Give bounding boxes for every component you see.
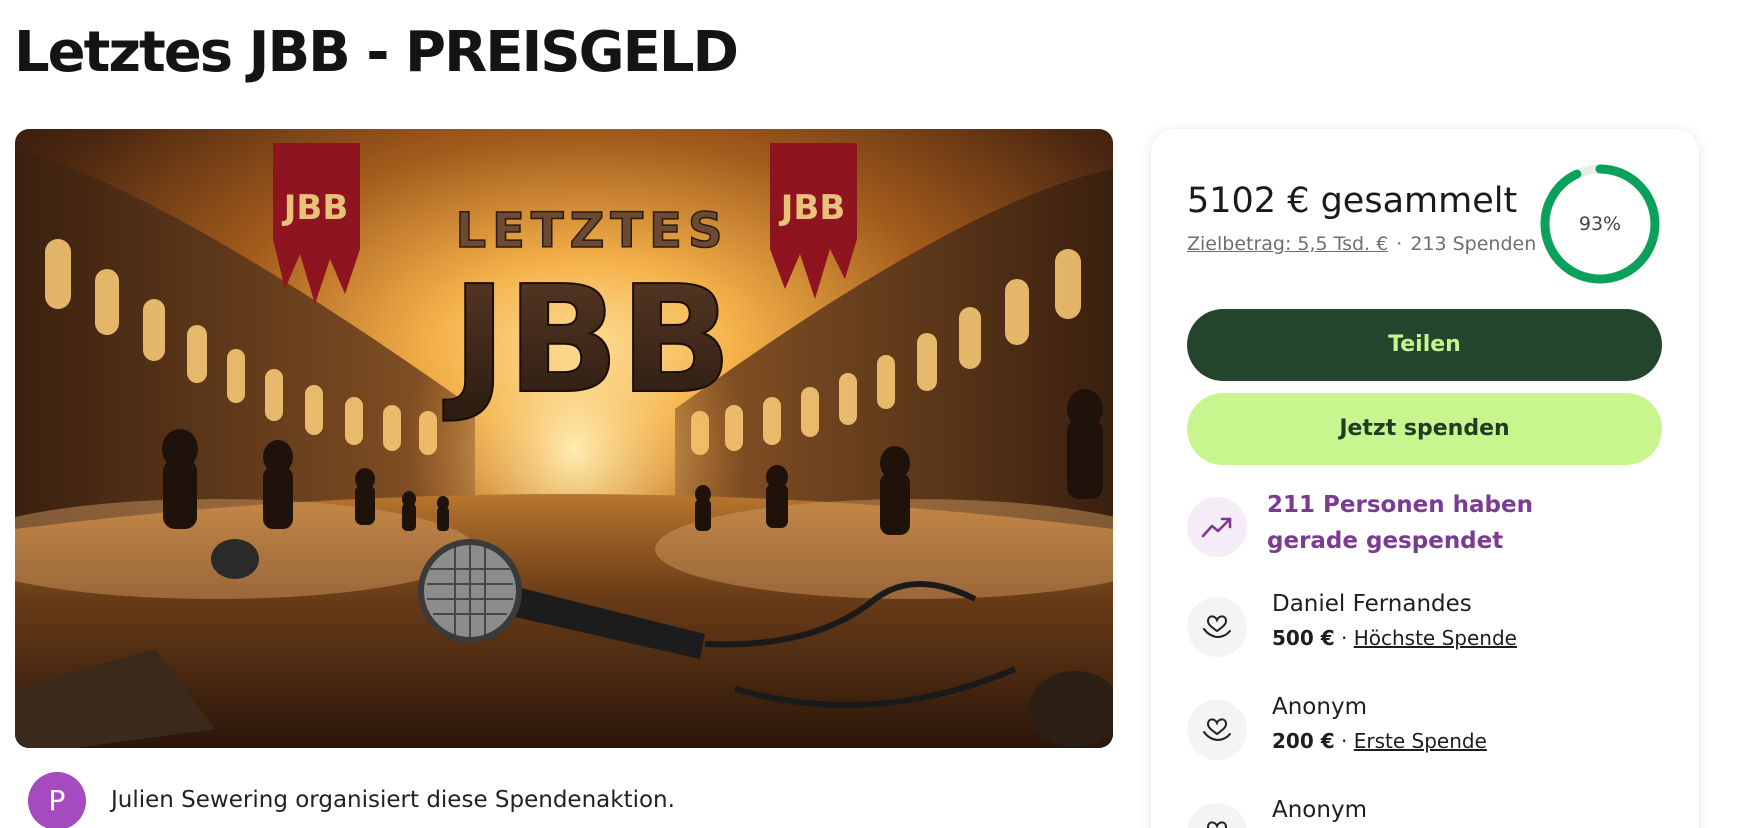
donation-item: Daniel Fernandes 500 € · Höchste Spende [1187, 591, 1657, 661]
campaign-hero-image[interactable]: JBB JBB LETZTES JBB [15, 129, 1113, 748]
recent-donors-text: 211 Personen haben gerade gespendet [1267, 492, 1533, 554]
donation-separator: · [1341, 729, 1348, 753]
share-button[interactable]: Teilen [1187, 309, 1662, 381]
donation-icon-wrap [1187, 803, 1247, 828]
amount-raised: 5102 € gesammelt [1187, 181, 1518, 221]
donor-name: Anonym [1272, 797, 1367, 823]
organizer-text: Julien Sewering organisiert diese Spende… [111, 787, 675, 813]
donation-detail: 200 € · Erste Spende [1272, 729, 1487, 753]
donation-separator: · [1341, 626, 1348, 650]
donation-card: 5102 € gesammelt Zielbetrag: 5,5 Tsd. € ·… [1151, 129, 1699, 828]
donation-amount: 500 € [1272, 626, 1335, 650]
hero-text-line2: JBB [443, 254, 733, 426]
heart-hand-icon [1206, 821, 1228, 828]
hero-illustration: JBB JBB LETZTES JBB [15, 129, 1113, 748]
donation-icon-wrap [1187, 700, 1247, 760]
donate-now-button[interactable]: Jetzt spenden [1187, 393, 1662, 465]
page-title: Letztes JBB - PREISGELD [14, 20, 739, 85]
donation-icon-wrap [1187, 597, 1247, 657]
donor-name: Daniel Fernandes [1272, 591, 1472, 617]
heart-hand-icon [1203, 718, 1231, 742]
banner-left-text: JBB [282, 188, 348, 228]
trending-up-icon [1201, 517, 1232, 538]
donation-note-link[interactable]: Höchste Spende [1354, 626, 1517, 650]
organizer-avatar[interactable]: P [28, 772, 86, 828]
trend-badge [1187, 497, 1247, 557]
goal-link[interactable]: Zielbetrag: 5,5 Tsd. € [1187, 233, 1388, 255]
donation-item: Anonym [1187, 797, 1657, 828]
campaign-meta: Zielbetrag: 5,5 Tsd. € · 213 Spenden [1187, 233, 1536, 255]
donation-note-link[interactable]: Erste Spende [1354, 729, 1487, 753]
donor-name: Anonym [1272, 694, 1367, 720]
hero-text-line1: LETZTES [455, 203, 728, 259]
donation-detail: 500 € · Höchste Spende [1272, 626, 1517, 650]
donation-amount: 200 € [1272, 729, 1335, 753]
banner-right-text: JBB [779, 188, 845, 228]
meta-separator: · [1396, 233, 1403, 255]
progress-percent: 93% [1578, 213, 1622, 235]
heart-hand-icon [1203, 615, 1231, 639]
organizer-row: P Julien Sewering organisiert diese Spen… [28, 772, 1108, 828]
donation-count: 213 Spenden [1410, 233, 1537, 255]
donation-item: Anonym 200 € · Erste Spende [1187, 694, 1657, 764]
